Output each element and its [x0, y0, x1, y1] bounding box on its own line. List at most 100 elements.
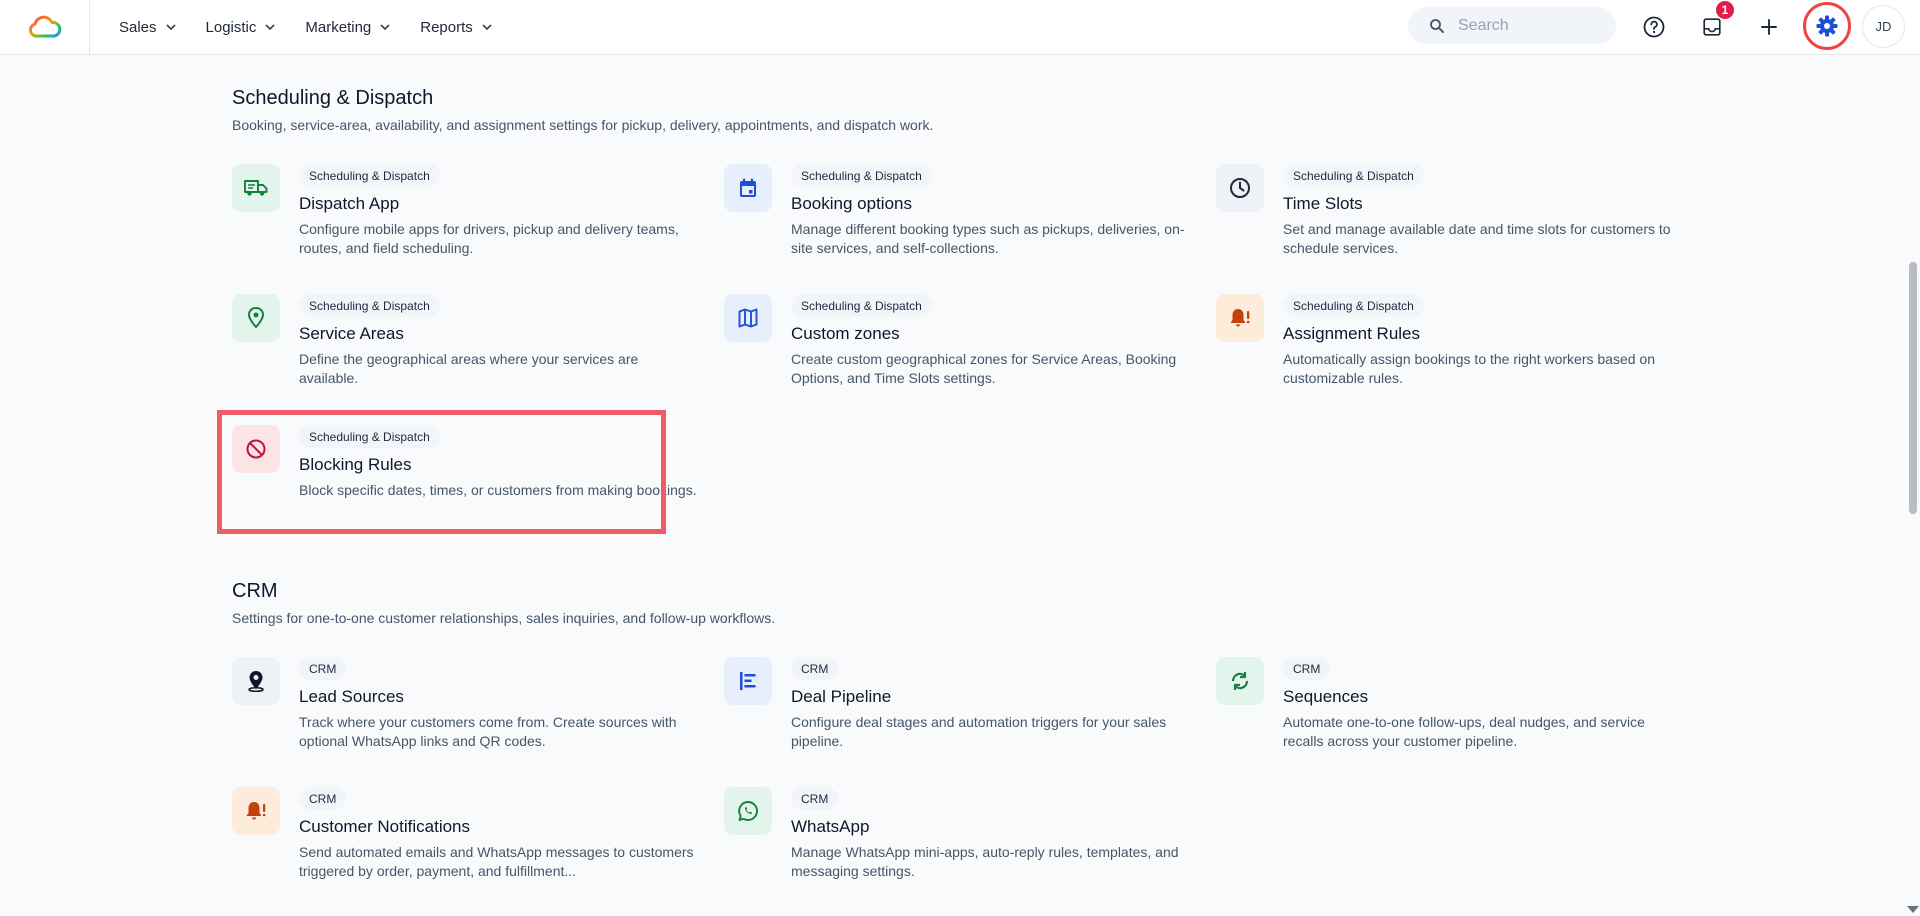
cloud-logo-icon [28, 15, 61, 38]
scroll-down-arrow-icon[interactable] [1907, 906, 1919, 913]
page-scrollbar[interactable] [1905, 55, 1920, 916]
card-icon-tile [724, 164, 772, 212]
card-description: Configure deal stages and automation tri… [791, 714, 1167, 749]
card-tag: CRM [791, 787, 839, 810]
card-description: Set and manage available date and time s… [1283, 221, 1671, 256]
avatar-initials: JD [1875, 19, 1892, 34]
card-title: Sequences [1283, 687, 1369, 706]
card-tag: CRM [299, 787, 347, 810]
search-input[interactable] [1458, 16, 1608, 35]
bell-alert-icon [246, 802, 266, 820]
card-tag: Scheduling & Dispatch [791, 164, 932, 187]
scrollbar-thumb[interactable] [1909, 262, 1917, 514]
card-title: Custom zones [791, 324, 900, 343]
nav-logistic[interactable]: Logistic [191, 0, 291, 54]
card-title: WhatsApp [791, 817, 870, 836]
clock-icon [1230, 178, 1250, 198]
help-button[interactable] [1636, 9, 1672, 45]
card-lead-sources[interactable]: CRM Lead Sources Track where your custom… [232, 657, 702, 767]
search-box[interactable] [1408, 7, 1616, 44]
nav-marketing-label: Marketing [305, 18, 372, 36]
card-title: Customer Notifications [299, 817, 471, 836]
card-description: Automate one-to-one follow-ups, deal nud… [1283, 714, 1645, 749]
card-icon-tile [1216, 164, 1264, 212]
card-description: Define the geographical areas where your… [299, 351, 639, 386]
card-tag: Scheduling & Dispatch [299, 294, 440, 317]
section-title-crm: CRM [232, 580, 278, 602]
card-icon-tile [724, 294, 772, 342]
card-icon-tile [232, 164, 280, 212]
card-title: Time Slots [1283, 194, 1363, 213]
chevron-down-icon [380, 24, 390, 30]
settings-button[interactable] [1803, 2, 1851, 50]
card-description: Create custom geographical zones for Ser… [791, 351, 1177, 386]
card-title: Deal Pipeline [791, 687, 892, 706]
card-icon-tile [724, 657, 772, 705]
card-description: Track where your customers come from. Cr… [299, 714, 677, 749]
plus-icon [1761, 19, 1777, 35]
nav-sales-label: Sales [119, 18, 157, 36]
card-description: Manage different booking types such as p… [791, 221, 1185, 256]
card-icon-tile [232, 294, 280, 342]
card-title: Booking options [791, 194, 912, 213]
card-description: Manage WhatsApp mini-apps, auto-reply ru… [791, 844, 1179, 879]
card-booking-options[interactable]: Scheduling & Dispatch Booking options Ma… [724, 164, 1194, 274]
card-title: Lead Sources [299, 687, 404, 706]
card-title: Dispatch App [299, 194, 400, 213]
user-avatar[interactable]: JD [1862, 5, 1905, 48]
card-dispatch-app[interactable]: Scheduling & Dispatch Dispatch App Confi… [232, 164, 702, 274]
highlight-box [217, 410, 666, 534]
main-nav: Sales Logistic Marketing Reports [104, 0, 507, 54]
card-icon-tile [724, 787, 772, 835]
card-icon-tile [1216, 657, 1264, 705]
card-tag: Scheduling & Dispatch [299, 164, 440, 187]
nav-sales[interactable]: Sales [104, 0, 191, 54]
bell-alert-icon [1230, 309, 1250, 327]
card-custom-zones[interactable]: Scheduling & Dispatch Custom zones Creat… [724, 294, 1194, 404]
gear-icon [1816, 15, 1838, 37]
card-tag: CRM [299, 657, 347, 680]
truck-icon [244, 180, 268, 196]
refresh-icon [1231, 672, 1249, 690]
card-tag: CRM [1283, 657, 1331, 680]
card-assignment-rules[interactable]: Scheduling & Dispatch Assignment Rules A… [1216, 294, 1686, 404]
card-description: Configure mobile apps for drivers, picku… [299, 221, 679, 256]
nav-reports[interactable]: Reports [405, 0, 507, 54]
card-service-areas[interactable]: Scheduling & Dispatch Service Areas Defi… [232, 294, 702, 404]
card-tag: Scheduling & Dispatch [1283, 294, 1424, 317]
chevron-down-icon [165, 24, 176, 30]
inbox-button[interactable]: 1 [1694, 1, 1734, 45]
nav-logistic-label: Logistic [205, 18, 257, 36]
app-logo[interactable] [0, 0, 90, 54]
card-icon-tile [1216, 294, 1264, 342]
inbox-badge: 1 [1716, 1, 1734, 19]
card-tag: CRM [791, 657, 839, 680]
card-tag: Scheduling & Dispatch [791, 294, 932, 317]
card-tag: Scheduling & Dispatch [1283, 164, 1424, 187]
card-description: Automatically assign bookings to the rig… [1283, 351, 1655, 386]
card-title: Service Areas [299, 324, 404, 343]
card-deal-pipeline[interactable]: CRM Deal Pipeline Configure deal stages … [724, 657, 1194, 767]
card-description: Send automated emails and WhatsApp messa… [299, 844, 694, 879]
section-subtitle-scheduling: Booking, service-area, availability, and… [232, 117, 934, 133]
top-bar: Sales Logistic Marketing Reports 1 [0, 0, 1920, 55]
whatsapp-icon [738, 801, 758, 821]
nav-reports-label: Reports [420, 18, 473, 36]
card-whatsapp[interactable]: CRM WhatsApp Manage WhatsApp mini-apps, … [724, 787, 1194, 897]
calendar-icon [740, 178, 756, 197]
map-pin-icon [247, 306, 265, 329]
nav-marketing[interactable]: Marketing [290, 0, 405, 54]
card-time-slots[interactable]: Scheduling & Dispatch Time Slots Set and… [1216, 164, 1686, 274]
inbox-icon [1703, 18, 1721, 36]
card-sequences[interactable]: CRM Sequences Automate one-to-one follow… [1216, 657, 1686, 767]
search-icon [1430, 18, 1444, 33]
section-subtitle-crm: Settings for one-to-one customer relatio… [232, 610, 776, 626]
chevron-down-icon [265, 24, 275, 30]
card-icon-tile [232, 787, 280, 835]
add-button[interactable] [1751, 9, 1787, 45]
card-customer-notifications[interactable]: CRM Customer Notifications Send automate… [232, 787, 702, 897]
chevron-down-icon [482, 24, 492, 30]
card-title: Assignment Rules [1283, 324, 1421, 343]
map-icon [738, 308, 758, 328]
help-icon [1643, 16, 1665, 38]
